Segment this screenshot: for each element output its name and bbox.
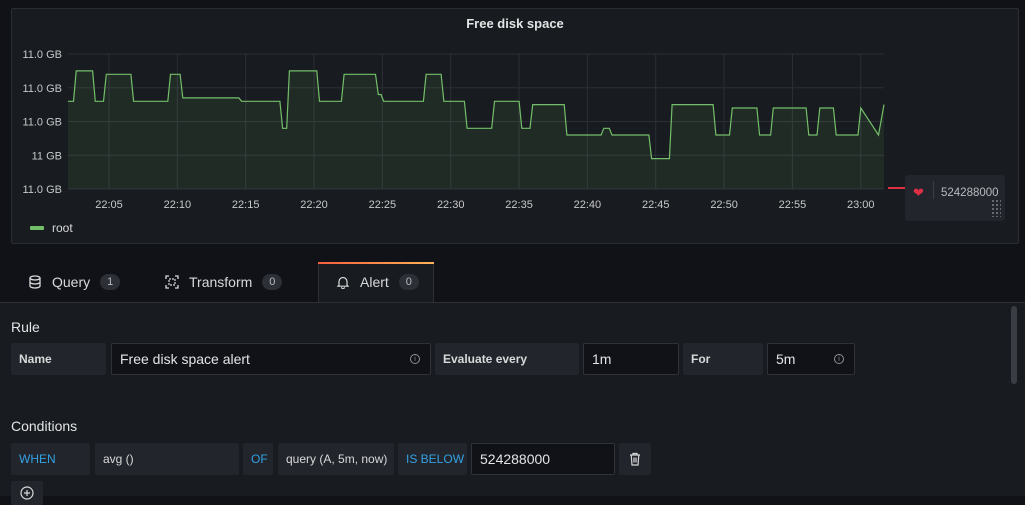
divider [933,181,934,199]
when-text: WHEN [19,452,56,466]
of-text: OF [251,452,268,466]
tab-query[interactable]: Query 1 [28,262,121,302]
threshold-input-value: 524288000 [480,451,551,467]
tab-query-count: 1 [100,274,121,290]
tab-transform[interactable]: Transform 0 [165,262,283,302]
threshold-handle-value: 524288000 [941,187,999,199]
conditions-section-title: Conditions [11,418,78,434]
x-tick-label: 22:05 [95,199,123,211]
info-icon[interactable]: i [834,354,844,364]
add-condition-button[interactable] [11,481,43,505]
of-keyword: OF [243,443,273,475]
reducer-text: avg () [103,452,134,466]
threshold-handle[interactable]: ❤ 524288000 [905,175,1005,221]
x-tick-label: 22:50 [710,199,738,211]
x-tick-label: 22:20 [300,199,328,211]
threshold-input[interactable]: 524288000 [471,443,615,475]
plus-circle-icon [20,486,34,500]
x-tick-label: 22:30 [437,199,465,211]
editor-tabs: Query 1 Transform 0 Alert 0 [0,262,1025,302]
tab-alert-label: Alert [360,274,389,290]
y-tick-label: 11 GB [32,150,62,162]
bell-icon [336,276,350,289]
x-tick-label: 22:40 [574,199,602,211]
x-tick-label: 22:10 [164,199,192,211]
legend-swatch [30,226,44,230]
rule-name-value: Free disk space alert [120,351,250,367]
info-icon[interactable]: i [410,354,420,364]
broken-heart-icon: ❤ [913,185,924,200]
x-tick-label: 22:55 [779,199,807,211]
y-tick-label: 11.0 GB [22,83,62,95]
query-text: query (A, 5m, now) [286,452,388,466]
query-select[interactable]: query (A, 5m, now) [278,443,394,475]
graph-panel: Free disk space 11.0 GB 11.0 GB 11.0 GB 11 … [11,8,1019,244]
alert-editor: Rule Name Free disk space alert i Evalua… [0,302,1025,505]
name-label: Name [11,343,106,375]
x-tick-label: 22:25 [369,199,397,211]
evaluator-text: IS BELOW [406,452,465,466]
x-tick-label: 23:00 [847,199,875,211]
reducer-select[interactable]: avg () [95,443,239,475]
x-tick-label: 22:45 [642,199,670,211]
tab-transform-count: 0 [262,274,283,290]
trash-icon [630,452,640,466]
tab-alert-count: 0 [398,274,419,290]
rule-section-title: Rule [11,319,40,335]
y-tick-label: 11.0 GB [22,184,62,196]
for-input[interactable]: 5m i [767,343,855,375]
evaluate-every-label: Evaluate every [435,343,579,375]
tab-query-label: Query [52,274,91,290]
series-root-area [68,70,884,189]
delete-condition-button[interactable] [619,443,651,475]
x-tick-label: 22:35 [505,199,533,211]
transform-icon [165,275,179,289]
x-tick-label: 22:15 [232,199,260,211]
for-label: For [683,343,763,375]
evaluate-every-input[interactable]: 1m [583,343,679,375]
database-icon [29,275,41,289]
evaluate-every-value: 1m [592,351,612,367]
rule-name-input[interactable]: Free disk space alert i [111,343,431,375]
for-value: 5m [776,351,796,367]
tab-transform-label: Transform [189,274,253,290]
scrollbar[interactable] [1011,306,1017,384]
when-keyword: WHEN [11,443,90,475]
legend[interactable]: root [30,221,73,235]
y-tick-label: 11.0 GB [22,49,62,61]
drag-grip-icon[interactable] [991,199,1001,217]
tab-alert[interactable]: Alert 0 [336,262,419,302]
y-tick-label: 11.0 GB [22,117,62,129]
legend-label-root[interactable]: root [52,221,73,235]
evaluator-select[interactable]: IS BELOW [398,443,467,475]
disk-space-chart: 11.0 GB 11.0 GB 11.0 GB 11 GB 11.0 GB 22:05 22… [22,49,914,211]
